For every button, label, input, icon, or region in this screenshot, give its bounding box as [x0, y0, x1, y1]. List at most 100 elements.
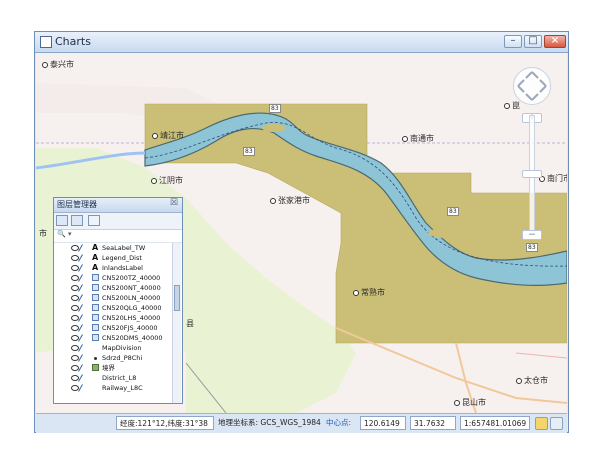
pan-control[interactable] [513, 67, 551, 105]
scale-field[interactable]: 1:657481.01069 [460, 416, 530, 430]
edit-pencil-icon[interactable] [78, 244, 83, 252]
map-label: 泰兴市 [42, 59, 74, 70]
layer-name: SeaLabel_TW [102, 244, 146, 252]
map-label: 市 [39, 229, 47, 238]
layer-name: CN5200TZ_40000 [102, 274, 161, 282]
road [515, 352, 567, 359]
map-label: 太仓市 [516, 375, 548, 386]
center-label: 中心点: [326, 418, 352, 427]
edit-pencil-icon[interactable] [78, 334, 83, 342]
group-tab-icon[interactable] [71, 215, 83, 226]
zoom-out-button[interactable]: − [522, 230, 542, 240]
layer-name: CN520DMS_40000 [102, 334, 163, 342]
layer-type-icon [92, 384, 99, 391]
edit-pencil-icon[interactable] [78, 294, 83, 302]
edit-pencil-icon[interactable] [78, 264, 83, 272]
layer-row[interactable]: 境界 [54, 363, 172, 373]
layer-name: Railway_L8C [102, 384, 143, 392]
layer-name: InlandsLabel [102, 264, 143, 272]
layer-name: Sdrzd_P8Chi [102, 354, 143, 362]
layer-type-icon [92, 284, 99, 291]
layer-panel-titlebar[interactable]: 图层管理器 ☒ [54, 198, 182, 213]
layer-row[interactable]: CN520QLG_40000 [54, 303, 172, 313]
edit-pencil-icon[interactable] [78, 304, 83, 312]
layer-name: CN520QLG_40000 [102, 304, 162, 312]
layer-row[interactable]: Sdrzd_P8Chi [54, 353, 172, 363]
layer-row[interactable]: CN5200TZ_40000 [54, 273, 172, 283]
edit-pencil-icon[interactable] [78, 314, 83, 322]
scrollbar-thumb[interactable] [174, 285, 180, 311]
layer-row[interactable]: CN520FJS_40000 [54, 323, 172, 333]
layer-type-icon [92, 374, 99, 381]
edit-pencil-icon[interactable] [78, 354, 83, 362]
layer-type-icon [92, 314, 99, 321]
layer-type-icon [92, 304, 99, 311]
layer-name: CN5200LN_40000 [102, 294, 161, 302]
edit-pencil-icon[interactable] [78, 364, 83, 372]
layer-panel-title: 图层管理器 [57, 200, 97, 209]
layer-type-icon: A [92, 263, 99, 272]
layer-name: District_L8 [102, 374, 137, 382]
layer-name: Legend_Dist [102, 254, 142, 262]
island [262, 124, 286, 132]
layer-list-scrollbar[interactable] [172, 243, 181, 403]
chart-marker: 83 [269, 104, 281, 113]
layer-type-icon [92, 364, 99, 371]
layer-type-icon [92, 344, 99, 351]
edit-pencil-icon[interactable] [78, 374, 83, 382]
edit-pencil-icon[interactable] [78, 324, 83, 332]
zoom-slider-handle[interactable] [522, 170, 542, 178]
lock-icon[interactable] [535, 417, 548, 430]
layer-name: 境界 [102, 364, 115, 372]
layer-search[interactable]: 🔍 ▾ [54, 230, 182, 243]
map-label: 南门市 [539, 173, 567, 184]
layer-row[interactable]: District_L8 [54, 373, 172, 383]
layer-name: CN520FJS_40000 [102, 324, 158, 332]
layer-row[interactable]: MapDivision [54, 343, 172, 353]
center-lon-field[interactable]: 120.6149 [360, 416, 406, 430]
layer-row[interactable]: CN520LHS_40000 [54, 313, 172, 323]
minimize-button[interactable]: – [504, 35, 522, 48]
search-icon[interactable]: 🔍 ▾ [57, 230, 71, 238]
chart-marker: 83 [447, 207, 459, 216]
layer-row[interactable]: CN5200NT_40000 [54, 283, 172, 293]
layer-row[interactable]: A InlandsLabel [54, 263, 172, 273]
status-bar: 经度:121°12,纬度:31°38 地理坐标系: GCS_WGS_1984 中… [36, 413, 567, 433]
layer-type-icon [92, 294, 99, 301]
settings-icon[interactable] [550, 417, 563, 430]
map-label: 县 [186, 319, 194, 328]
stack-tab-icon[interactable] [88, 215, 100, 226]
map-label: 张家港市 [270, 195, 310, 206]
edit-pencil-icon[interactable] [78, 254, 83, 262]
crs-label: 地理坐标系: GCS_WGS_1984 [218, 418, 321, 427]
center-lat-field[interactable]: 31.7632 [410, 416, 456, 430]
layer-list: A SeaLabel_TW A Legend_Dist A InlandsLabel CN5… [54, 243, 172, 403]
layer-panel-close-button[interactable]: ☒ [170, 198, 178, 208]
map-label: 南通市 [402, 133, 434, 144]
title-bar[interactable]: Charts – □ × [35, 32, 568, 53]
edit-pencil-icon[interactable] [78, 274, 83, 282]
edit-pencil-icon[interactable] [78, 384, 83, 392]
edit-pencil-icon[interactable] [78, 344, 83, 352]
layer-type-icon: A [92, 243, 99, 252]
pan-arrows-icon [517, 71, 547, 101]
maximize-button[interactable]: □ [524, 35, 542, 48]
layer-row[interactable]: CN520DMS_40000 [54, 333, 172, 343]
layer-type-icon [92, 324, 99, 331]
layer-row[interactable]: Railway_L8C [54, 383, 172, 393]
map-label: 江阴市 [151, 175, 183, 186]
layer-row[interactable]: A Legend_Dist [54, 253, 172, 263]
edit-pencil-icon[interactable] [78, 284, 83, 292]
layers-tab-icon[interactable] [56, 215, 68, 226]
layer-name: CN520LHS_40000 [102, 314, 161, 322]
close-button[interactable]: × [544, 35, 566, 48]
app-icon [40, 36, 52, 48]
layer-row[interactable]: A SeaLabel_TW [54, 243, 172, 253]
layer-type-icon [92, 334, 99, 341]
cursor-coords: 经度:121°12,纬度:31°38 [116, 416, 214, 430]
window-title: Charts [55, 35, 91, 48]
map-label: 靖江市 [152, 130, 184, 141]
layer-manager-panel: 图层管理器 ☒ 🔍 ▾ A SeaLabel_TW A Legend_Dist A Inl… [53, 197, 183, 404]
layer-name: CN5200NT_40000 [102, 284, 161, 292]
layer-row[interactable]: CN5200LN_40000 [54, 293, 172, 303]
